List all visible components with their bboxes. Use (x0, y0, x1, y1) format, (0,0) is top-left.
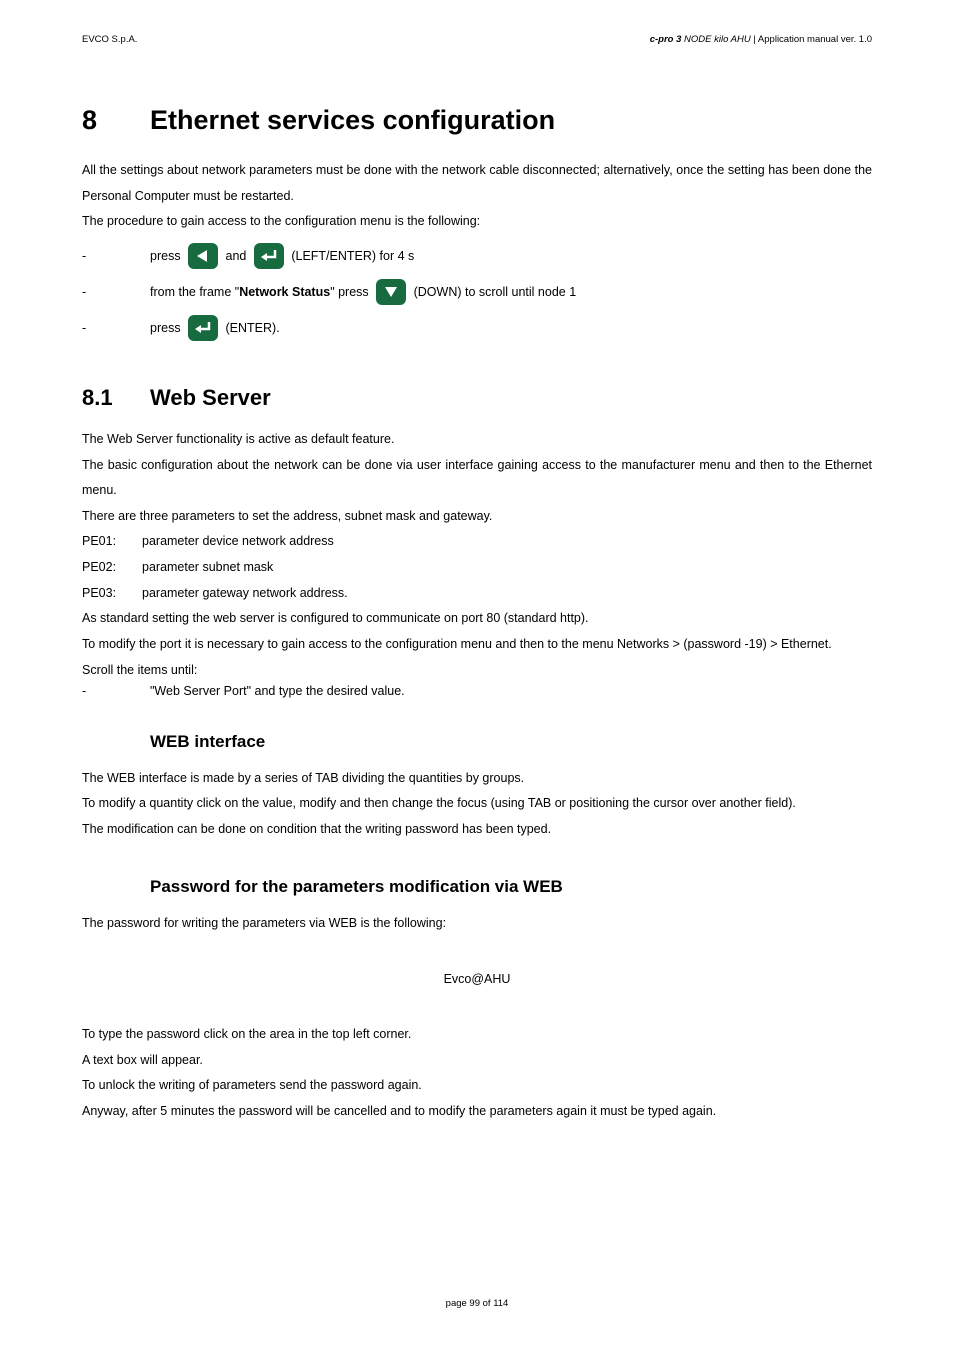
section-number: 8.1 (82, 385, 150, 411)
s81-p3: There are three parameters to set the ad… (82, 504, 872, 530)
step-1: - press and (LEFT/ENTER) for 4 s (82, 241, 872, 271)
step-2-post: (DOWN) to scroll until node 1 (410, 286, 576, 299)
s81-p5: To modify the port it is necessary to ga… (82, 632, 872, 658)
bullet-dash: - (82, 286, 118, 299)
s81-p4: As standard setting the web server is co… (82, 606, 872, 632)
s81-p6: Scroll the items until: (82, 658, 872, 684)
param-code: PE02: (82, 555, 142, 581)
pw-p1: The password for writing the parameters … (82, 911, 872, 937)
s81-p2: The basic configuration about the networ… (82, 453, 872, 504)
step-1-mid: and (222, 250, 250, 263)
password-heading: Password for the parameters modification… (150, 877, 872, 897)
bullet-dash: - (82, 250, 118, 263)
header-doc-info: | Application manual ver. 1.0 (751, 34, 872, 45)
param-pe02: PE02: parameter subnet mask (82, 555, 872, 581)
enter-arrow-icon (254, 243, 284, 269)
param-pe03: PE03: parameter gateway network address. (82, 581, 872, 607)
intro-p1: All the settings about network parameter… (82, 158, 872, 209)
pw-p3: A text box will appear. (82, 1048, 872, 1074)
section-name: Web Server (150, 385, 271, 410)
chapter-number: 8 (82, 105, 150, 136)
step-3: - press (ENTER). (82, 313, 872, 343)
page-footer: page 99 of 114 (0, 1298, 954, 1309)
page-number: page 99 of 114 (446, 1298, 509, 1309)
step-3-post: (ENTER). (222, 322, 280, 335)
s81-bullet-1: - "Web Server Port" and type the desired… (82, 685, 872, 698)
step-2-bold: Network Status (239, 286, 330, 299)
bullet-dash: - (82, 685, 118, 698)
wi-p1: The WEB interface is made by a series of… (82, 766, 872, 792)
header-right: c-pro 3 NODE kilo AHU | Application manu… (650, 34, 872, 45)
s81-b1-text: "Web Server Port" and type the desired v… (150, 685, 405, 698)
param-desc: parameter device network address (142, 529, 334, 555)
param-desc: parameter gateway network address. (142, 581, 348, 607)
wi-p3: The modification can be done on conditio… (82, 817, 872, 843)
step-1-post: (LEFT/ENTER) for 4 s (288, 250, 414, 263)
chapter-name: Ethernet services configuration (150, 105, 555, 135)
param-code: PE03: (82, 581, 142, 607)
enter-arrow-icon (188, 315, 218, 341)
chapter-title: 8Ethernet services configuration (82, 105, 872, 136)
param-code: PE01: (82, 529, 142, 555)
step-3-pre: press (150, 322, 184, 335)
header-product-bold: c-pro 3 (650, 34, 682, 45)
intro-p2: The procedure to gain access to the conf… (82, 209, 872, 235)
header-left: EVCO S.p.A. (82, 34, 137, 45)
left-arrow-icon (188, 243, 218, 269)
step-2-pre: from the frame " (150, 286, 239, 299)
header-product-italic: NODE kilo AHU (681, 34, 750, 45)
step-1-pre: press (150, 250, 184, 263)
pw-p5: Anyway, after 5 minutes the password wil… (82, 1099, 872, 1125)
pw-p4: To unlock the writing of parameters send… (82, 1073, 872, 1099)
section-8-1-title: 8.1Web Server (82, 385, 872, 411)
step-2-mid: " press (330, 286, 372, 299)
web-interface-heading: WEB interface (150, 732, 872, 752)
password-value: Evco@AHU (82, 972, 872, 986)
s81-p1: The Web Server functionality is active a… (82, 427, 872, 453)
down-arrow-icon (376, 279, 406, 305)
param-desc: parameter subnet mask (142, 555, 273, 581)
step-2: - from the frame "Network Status" press … (82, 277, 872, 307)
pw-p2: To type the password click on the area i… (82, 1022, 872, 1048)
param-pe01: PE01: parameter device network address (82, 529, 872, 555)
wi-p2: To modify a quantity click on the value,… (82, 791, 872, 817)
page-header: EVCO S.p.A. c-pro 3 NODE kilo AHU | Appl… (82, 34, 872, 45)
bullet-dash: - (82, 322, 118, 335)
